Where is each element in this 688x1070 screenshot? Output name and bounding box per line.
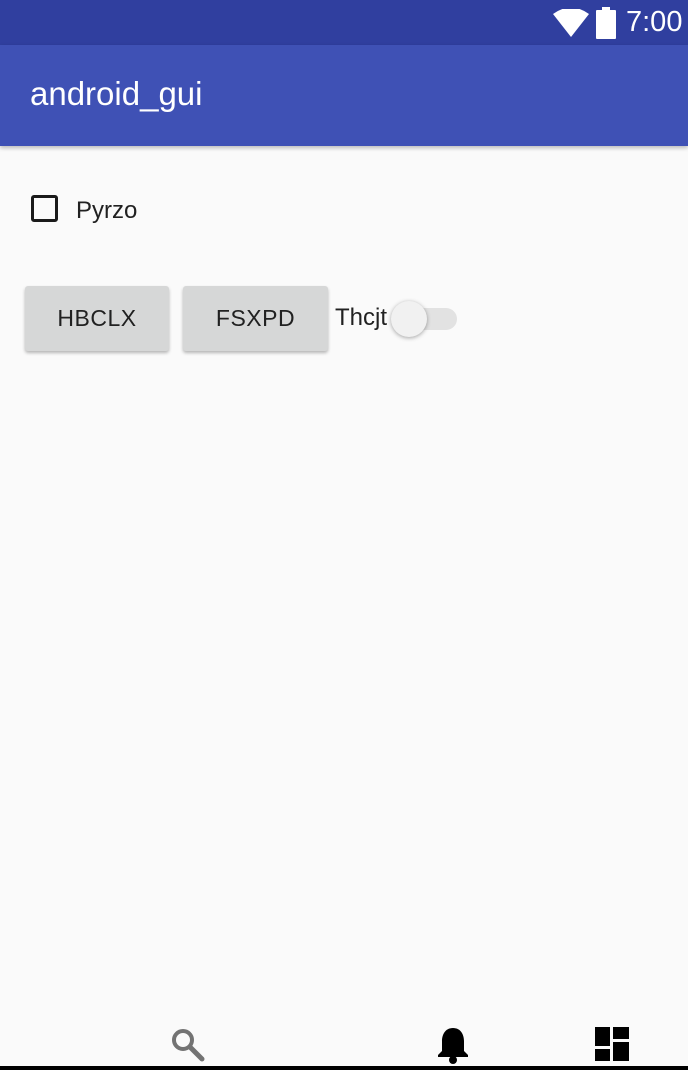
status-bar: 7:00 — [0, 0, 688, 45]
bell-icon[interactable] — [436, 1026, 470, 1064]
nav-bar-edge — [0, 1066, 688, 1070]
app-bar: android_gui — [0, 45, 688, 146]
hbclx-button[interactable]: HBCLX — [25, 286, 169, 351]
bottom-nav — [0, 1010, 688, 1066]
checkbox-box[interactable] — [31, 195, 58, 222]
checkbox-label: Pyrzo — [76, 197, 138, 224]
search-icon[interactable] — [170, 1027, 206, 1063]
app-title: android_gui — [30, 75, 203, 112]
fsxpd-button[interactable]: FSXPD — [183, 286, 328, 351]
battery-icon — [596, 7, 616, 39]
dashboard-icon[interactable] — [595, 1027, 629, 1061]
switch-thumb[interactable] — [391, 301, 427, 337]
wifi-icon — [553, 9, 589, 37]
status-clock: 7:00 — [626, 6, 683, 38]
switch-label: Thcjt — [335, 304, 388, 331]
